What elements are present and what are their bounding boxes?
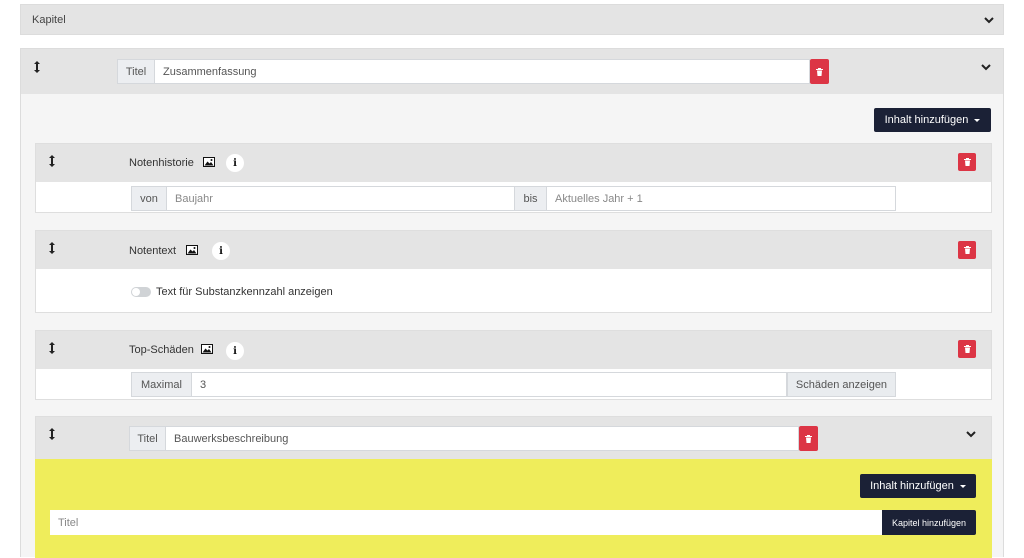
block-title: Notenhistorie (129, 157, 194, 169)
kapitel-header[interactable]: Kapitel (20, 4, 1004, 35)
drag-handle-icon[interactable] (47, 154, 57, 168)
chevron-down-icon[interactable] (982, 13, 996, 27)
block-notentext: Notentext i Text für Substanzkennzahl an… (35, 230, 992, 313)
drag-handle-icon[interactable] (47, 341, 57, 355)
toggle-label: Text für Substanzkennzahl anzeigen (156, 286, 333, 298)
delete-chapter-button[interactable] (810, 59, 829, 84)
add-content-button[interactable]: Inhalt hinzufügen (874, 108, 991, 132)
image-icon[interactable] (201, 344, 213, 354)
block-title: Top-Schäden (129, 344, 194, 356)
delete-sub-chapter-button[interactable] (799, 426, 818, 451)
add-content-button[interactable]: Inhalt hinzufügen (860, 474, 976, 498)
substanzkennzahl-toggle[interactable] (131, 287, 151, 297)
add-chapter-button[interactable]: Kapitel hinzufügen (882, 510, 976, 535)
von-input[interactable]: Baujahr (166, 186, 515, 211)
maximal-input[interactable]: 3 (191, 372, 787, 397)
add-content-label: Inhalt hinzufügen (884, 114, 969, 126)
drag-handle-icon[interactable] (47, 427, 57, 441)
bis-addon: bis (515, 186, 546, 211)
sub-chapter-body: Inhalt hinzufügen Titel Kapitel hinzufüg… (35, 459, 992, 558)
chevron-down-icon[interactable] (964, 427, 978, 441)
title-addon: Titel (129, 426, 165, 451)
image-icon[interactable] (203, 157, 215, 167)
block-top-schaeden: Top-Schäden i Maximal 3 Schäden anzeigen (35, 330, 992, 400)
chevron-down-icon[interactable] (979, 60, 993, 74)
caret-down-icon (959, 484, 966, 488)
sub-chapter-header: Titel Bauwerksbeschreibung (35, 416, 992, 459)
kapitel-label: Kapitel (32, 14, 66, 26)
block-header: Notenhistorie i (36, 144, 991, 182)
trash-icon (963, 246, 971, 254)
image-icon[interactable] (186, 245, 198, 255)
drag-handle-icon[interactable] (47, 241, 57, 255)
block-header: Top-Schäden i (36, 331, 991, 369)
delete-block-button[interactable] (958, 241, 976, 259)
block-title: Notentext (129, 245, 177, 257)
trash-icon (805, 434, 812, 443)
trash-icon (963, 345, 971, 353)
delete-block-button[interactable] (958, 340, 976, 358)
trash-icon (963, 158, 971, 166)
block-header: Notentext i (36, 231, 991, 269)
show-damages-button[interactable]: Schäden anzeigen (787, 372, 896, 397)
block-notenhistorie: Notenhistorie i von Baujahr bis Aktuelle… (35, 143, 992, 213)
caret-down-icon (974, 118, 981, 122)
chapter-container: Titel Zusammenfassung Inhalt hinzufügen … (20, 48, 1004, 558)
new-chapter-title-input[interactable]: Titel (50, 510, 882, 535)
trash-icon (816, 67, 823, 76)
info-icon[interactable]: i (212, 242, 230, 260)
add-content-label: Inhalt hinzufügen (870, 480, 954, 492)
title-addon: Titel (117, 59, 154, 84)
delete-block-button[interactable] (958, 153, 976, 171)
drag-handle-icon[interactable] (32, 60, 42, 74)
maximal-addon: Maximal (131, 372, 191, 397)
sub-chapter-title-input[interactable]: Bauwerksbeschreibung (165, 426, 799, 451)
von-addon: von (131, 186, 166, 211)
chapter-title-input[interactable]: Zusammenfassung (154, 59, 810, 84)
chapter-header: Titel Zusammenfassung (21, 49, 1003, 94)
info-icon[interactable]: i (226, 342, 244, 360)
bis-input[interactable]: Aktuelles Jahr + 1 (546, 186, 896, 211)
info-icon[interactable]: i (226, 154, 244, 172)
